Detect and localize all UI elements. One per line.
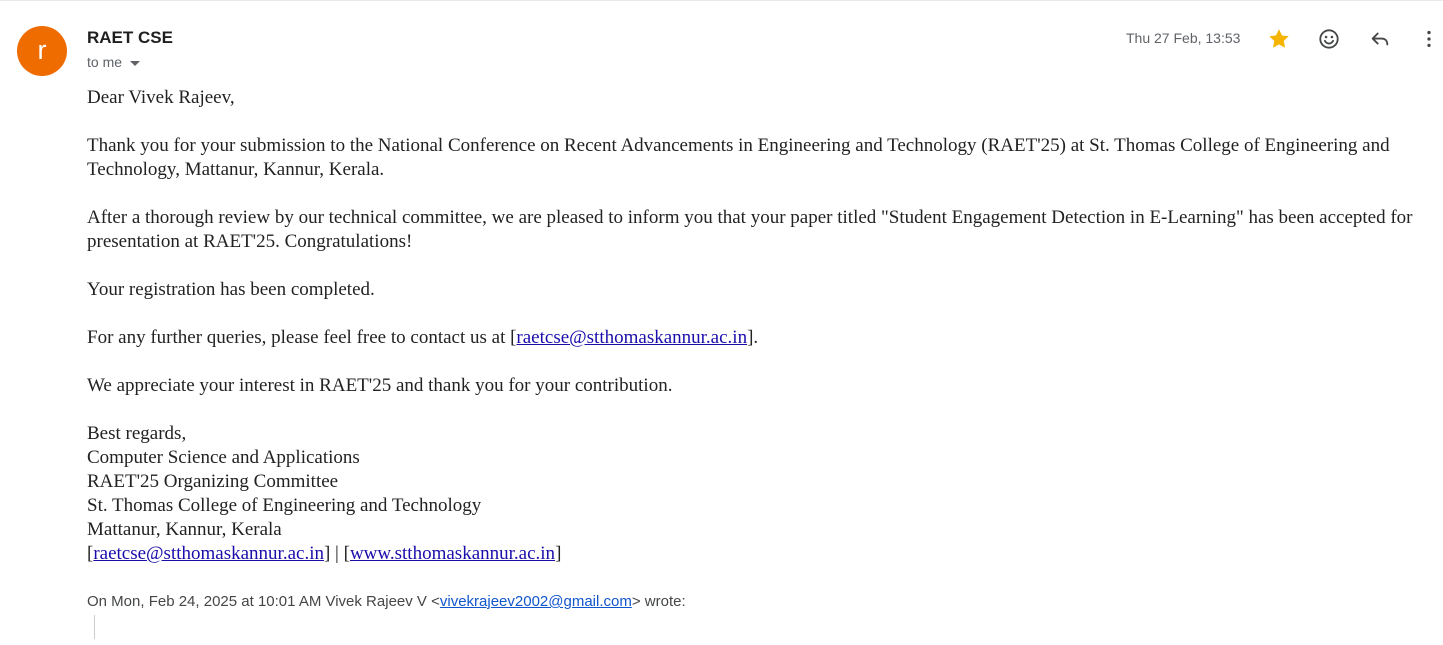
body-paragraph-registration: Your registration has been completed. — [87, 279, 375, 300]
bracket-close: ] — [555, 543, 562, 564]
body-paragraph-acceptance: After a thorough review by our technical… — [87, 207, 1413, 252]
signature-links: [raetcse@stthomaskannur.ac.in] | [www.st… — [87, 542, 1437, 566]
signature-block: Best regards, Computer Science and Appli… — [87, 422, 1437, 566]
chevron-down-icon[interactable] — [130, 60, 141, 66]
body-paragraph-contact: For any further queries, please feel fre… — [87, 326, 1437, 350]
more-options-button[interactable] — [1416, 26, 1442, 52]
recipient-label: to me — [87, 54, 123, 70]
star-icon — [1269, 29, 1289, 48]
sender-name[interactable]: RAET CSE — [87, 28, 173, 48]
email-timestamp: Thu 27 Feb, 13:53 — [1126, 30, 1241, 46]
avatar[interactable]: r — [17, 26, 67, 76]
greeting: Dear Vivek Rajeev, — [87, 87, 235, 108]
link-separator: ] | [ — [323, 543, 350, 564]
emoji-reaction-icon — [1319, 29, 1339, 49]
signature-line: Best regards, — [87, 423, 187, 444]
more-vert-icon — [1427, 30, 1431, 48]
contact-suffix: ]. — [747, 327, 759, 348]
quote-prefix: On Mon, Feb 24, 2025 at 10:01 AM Vivek R… — [87, 593, 440, 610]
body-paragraph-submission: Thank you for your submission to the Nat… — [87, 135, 1390, 180]
quote-suffix: > wrote: — [631, 593, 686, 610]
reply-icon — [1371, 32, 1389, 46]
email-body: Dear Vivek Rajeev, Thank you for your su… — [87, 86, 1437, 566]
quoted-message-header: On Mon, Feb 24, 2025 at 10:01 AM Vivek R… — [87, 593, 686, 610]
signature-email-link[interactable]: raetcse@stthomaskannur.ac.in — [93, 543, 324, 564]
signature-line: Mattanur, Kannur, Kerala — [87, 519, 282, 540]
signature-line: Computer Science and Applications — [87, 447, 360, 468]
website-link[interactable]: www.stthomaskannur.ac.in — [350, 543, 555, 564]
signature-line: RAET'25 Organizing Committee — [87, 471, 339, 492]
top-divider — [0, 0, 1443, 1]
star-button[interactable] — [1266, 26, 1292, 52]
quote-indicator-bar — [94, 615, 95, 639]
recipient-details-toggle[interactable]: to me — [87, 54, 141, 70]
reply-button[interactable] — [1367, 26, 1393, 52]
quoted-sender-email-link[interactable]: vivekrajeev2002@gmail.com — [440, 593, 632, 610]
contact-prefix: For any further queries, please feel fre… — [87, 327, 517, 348]
add-reaction-button[interactable] — [1316, 26, 1342, 52]
signature-line: St. Thomas College of Engineering and Te… — [87, 495, 482, 516]
body-paragraph-thanks: We appreciate your interest in RAET'25 a… — [87, 375, 673, 396]
contact-email-link[interactable]: raetcse@stthomaskannur.ac.in — [516, 327, 747, 348]
